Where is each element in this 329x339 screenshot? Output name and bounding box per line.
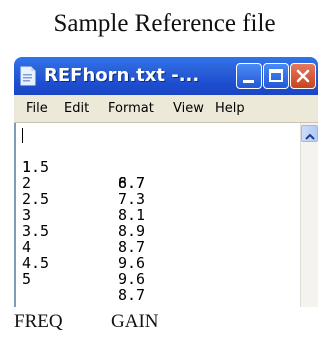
close-icon <box>294 67 312 90</box>
window-title: REFhorn.txt -... <box>44 65 200 86</box>
minimize-icon <box>243 80 254 83</box>
text-line: 1.5 8.7 <box>22 143 145 191</box>
gain-value: 9.6 <box>118 254 146 272</box>
menu-bar: File Edit Format View Help <box>14 95 318 123</box>
minimize-button[interactable] <box>236 63 262 89</box>
freq-column-label: FREQ <box>14 311 63 332</box>
chevron-up-icon <box>305 129 315 147</box>
title-bar[interactable]: REFhorn.txt -... <box>14 57 318 95</box>
text-line: 2.5 8.1 <box>22 175 145 223</box>
text-line: 2 7.3 <box>22 159 145 207</box>
notepad-window: REFhorn.txt -... File Edit Format View H… <box>14 57 318 307</box>
gain-value: 8.7 <box>118 286 146 304</box>
text-content[interactable]: 1 6.7 1.5 8.7 2 7.3 2.5 8.1 3 8.9 3.5 8.… <box>22 127 290 307</box>
text-line: 4.5 9.6 <box>22 239 145 287</box>
text-line: 1 6.7 <box>22 127 145 191</box>
gain-value: 8.7 <box>118 174 146 192</box>
text-line: 3 8.9 <box>22 191 145 239</box>
gain-value: 8.7 <box>118 238 146 256</box>
text-caret <box>22 128 23 143</box>
gain-column-label: GAIN <box>111 311 159 332</box>
vertical-scrollbar[interactable] <box>300 123 318 307</box>
close-button[interactable] <box>290 63 316 89</box>
menu-view[interactable]: View <box>173 101 204 116</box>
menu-format[interactable]: Format <box>108 101 154 116</box>
gain-value: 7.3 <box>118 190 146 208</box>
caption-top: Sample Reference file <box>53 10 276 37</box>
menu-file[interactable]: File <box>26 101 48 116</box>
text-line: 3.5 8.7 <box>22 207 145 255</box>
notepad-document-icon <box>20 66 36 86</box>
maximize-button[interactable] <box>263 63 289 89</box>
gain-value: 8.9 <box>118 222 146 240</box>
freq-value: 5 <box>22 270 32 288</box>
text-line: 4 9.6 <box>22 223 145 271</box>
gain-value: 9.6 <box>118 270 146 288</box>
menu-help[interactable]: Help <box>215 101 245 116</box>
scroll-up-button[interactable] <box>301 125 318 142</box>
maximize-icon <box>269 69 283 82</box>
gain-value: 8.1 <box>118 206 146 224</box>
menu-edit[interactable]: Edit <box>64 101 89 116</box>
editor-area[interactable]: 1 6.7 1.5 8.7 2 7.3 2.5 8.1 3 8.9 3.5 8.… <box>14 123 318 307</box>
text-line: 5 8.7 <box>22 255 145 303</box>
